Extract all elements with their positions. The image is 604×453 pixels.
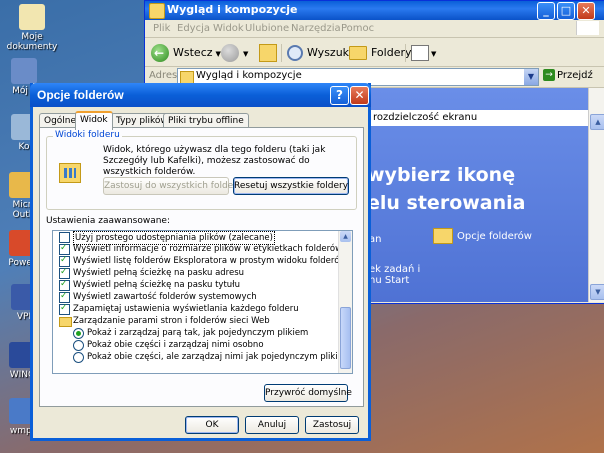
view-tab-panel: Widoki folderu Widok, którego używasz dl… — [39, 127, 364, 407]
menu-bar: Plik Edycja Widok Ulubione Narzędzia Pom… — [145, 21, 604, 38]
tab-view[interactable]: Widok — [75, 111, 113, 130]
go-button[interactable]: → Przejdź — [543, 69, 593, 81]
heading-line-1: wybierz ikonę — [367, 164, 516, 186]
folder-options-icon — [433, 228, 453, 244]
radio-button[interactable] — [73, 340, 84, 351]
address-label: Adres — [149, 70, 178, 81]
menu-view[interactable]: Widok — [213, 23, 244, 34]
minimize-button[interactable]: _ — [537, 2, 555, 20]
dialog-title: Opcje folderów — [37, 88, 124, 102]
apply-button[interactable]: Zastosuj — [305, 416, 359, 434]
scrollbar-thumb[interactable] — [340, 307, 351, 369]
menu-edit[interactable]: Edycja — [177, 23, 210, 34]
close-button[interactable]: ✕ — [350, 86, 369, 105]
help-button[interactable]: ? — [330, 86, 349, 105]
advanced-settings-label: Ustawienia zaawansowane: — [46, 216, 170, 226]
documents-icon — [19, 4, 45, 30]
search-icon — [287, 45, 303, 61]
scroll-down-button[interactable]: ▼ — [590, 284, 604, 300]
toolbar: ← Wstecz ▼ ▼ Wyszukaj Foldery ▼ — [145, 38, 604, 67]
task-link-taskbar[interactable]: ek zadań i nu Start — [369, 264, 420, 286]
scroll-up-button[interactable]: ▲ — [590, 114, 604, 130]
explorer-titlebar[interactable]: Wygląd i kompozycje _ □ ✕ — [145, 1, 604, 20]
radio-button[interactable] — [73, 352, 84, 363]
checkbox[interactable] — [59, 302, 70, 315]
up-folder-button[interactable] — [259, 43, 277, 63]
window-title: Wygląd i kompozycje — [167, 3, 298, 16]
folders-icon — [349, 46, 367, 60]
vertical-scrollbar[interactable]: ▲ ▼ — [588, 88, 604, 302]
search-button[interactable]: Wyszukaj — [287, 43, 359, 63]
close-button[interactable]: ✕ — [577, 2, 595, 20]
up-folder-icon — [259, 44, 277, 62]
windows-logo-icon — [576, 21, 599, 35]
folder-views-legend: Widoki folderu — [53, 130, 122, 140]
menu-help[interactable]: Pomoc — [341, 23, 374, 34]
folder-icon — [149, 3, 165, 19]
folder-views-description: Widok, którego używasz dla tego folderu … — [103, 145, 326, 177]
folder-options-dialog: Opcje folderów ? ✕ Ogólne Widok Typy pli… — [30, 83, 371, 441]
forward-button[interactable]: ▼ — [221, 43, 248, 63]
computer-icon — [11, 58, 37, 84]
radio-button[interactable] — [73, 328, 84, 339]
folder-views-group: Widoki folderu Widok, którego używasz dl… — [46, 130, 357, 210]
views-button[interactable]: ▼ — [411, 43, 436, 63]
menu-file[interactable]: Plik — [153, 23, 170, 34]
tab-offline-files[interactable]: Pliki trybu offline — [163, 113, 249, 128]
back-arrow-icon: ← — [151, 44, 169, 62]
maximize-button[interactable]: □ — [557, 2, 575, 20]
reset-all-folders-button[interactable]: Resetuj wszystkie foldery — [233, 177, 349, 195]
menu-tools[interactable]: Narzędzia — [291, 23, 341, 34]
folder-view-icon — [59, 163, 81, 183]
scroll-up-button[interactable]: ▲ — [340, 231, 351, 242]
heading-line-2: elu sterowania — [367, 192, 526, 214]
folders-button[interactable]: Foldery — [349, 43, 412, 63]
chevron-down-icon[interactable]: ▼ — [524, 69, 538, 85]
back-label: Wstecz — [173, 46, 213, 59]
task-link-resolution[interactable]: rozdzielczość ekranu — [365, 110, 588, 126]
folder-options-link[interactable]: Opcje folderów — [433, 228, 532, 244]
back-button[interactable]: ← Wstecz ▼ — [151, 43, 221, 63]
apply-to-all-folders-button[interactable]: Zastosuj do wszystkich folderów — [103, 177, 250, 195]
cancel-button[interactable]: Anuluj — [245, 416, 299, 434]
ok-button[interactable]: OK — [185, 416, 239, 434]
dialog-titlebar[interactable]: Opcje folderów ? ✕ — [30, 83, 371, 107]
go-arrow-icon: → — [543, 69, 555, 81]
go-label: Przejdź — [557, 70, 593, 81]
menu-favorites[interactable]: Ulubione — [245, 23, 289, 34]
advanced-settings-list[interactable]: Użyj prostego udostępniania plików (zale… — [52, 230, 353, 374]
advanced-list-scrollbar[interactable]: ▲ — [338, 231, 352, 373]
folder-icon — [59, 317, 72, 327]
address-value: Wygląd i kompozycje — [196, 70, 302, 81]
views-icon — [411, 45, 429, 61]
forward-arrow-icon — [221, 44, 239, 62]
desktop-icon-label: Moje dokumenty — [6, 32, 58, 52]
restore-defaults-button[interactable]: Przywróć domyślne — [264, 384, 352, 402]
desktop-icon-my-documents[interactable]: Moje dokumenty — [2, 4, 62, 52]
